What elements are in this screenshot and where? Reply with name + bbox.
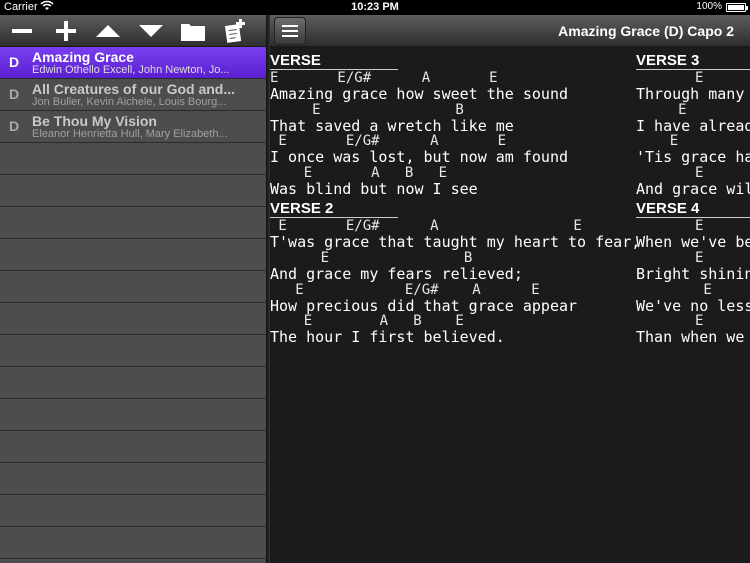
- song-section: VERSE 4 E When we've be E Bright shining E…: [636, 200, 750, 345]
- lyric-line: Bright shining: [636, 264, 750, 283]
- song-title: Amazing Grace: [32, 49, 134, 65]
- menu-button[interactable]: [274, 17, 306, 45]
- new-set-button[interactable]: [219, 15, 251, 47]
- chord-line: E B: [270, 101, 464, 118]
- hamburger-menu-icon: [282, 25, 298, 37]
- song-section: VERSE E E/G# A E Amazing grace how sweet t…: [270, 52, 640, 197]
- chord-line: E: [636, 313, 704, 330]
- section-title: VERSE 2: [270, 200, 398, 219]
- add-button[interactable]: [50, 15, 82, 47]
- move-down-button[interactable]: [135, 15, 167, 47]
- move-up-button[interactable]: [92, 15, 124, 47]
- lyric-line: We've no less: [636, 296, 750, 315]
- chord-line: E: [636, 164, 704, 181]
- chord-line: E: [636, 133, 679, 150]
- song-header-title: Amazing Grace (D) Capo 2: [558, 23, 734, 39]
- lyric-line: Through many: [636, 85, 745, 103]
- status-bar: Carrier 10:23 PM 100%: [0, 0, 750, 15]
- song-authors: Edwin Othello Excell, John Newton, Jo...: [32, 64, 230, 76]
- song-view-toolbar: Amazing Grace (D) Capo 2: [270, 15, 750, 47]
- song-key: D: [9, 54, 20, 70]
- lyric-line: Than when we: [636, 328, 745, 347]
- triangle-down-icon: [139, 25, 163, 37]
- song-list-item[interactable]: D All Creatures of our God and... Jon Bu…: [0, 79, 266, 111]
- triangle-up-icon: [96, 25, 120, 37]
- new-setlist-icon: [224, 19, 245, 43]
- chord-line: E E/G# A E: [270, 70, 498, 86]
- remove-button[interactable]: [6, 15, 38, 47]
- song-list-item[interactable]: D Be Thou My Vision Eleanor Henrietta Hu…: [0, 111, 266, 143]
- song-key: D: [9, 118, 20, 134]
- lyric-line: How precious did that grace appear: [270, 296, 578, 315]
- chord-line: E: [636, 281, 712, 298]
- lyric-line: I have already: [636, 116, 750, 135]
- section-title: VERSE 3: [636, 52, 750, 70]
- plus-icon: [56, 21, 76, 41]
- chord-line: E: [636, 249, 704, 266]
- song-list: D Amazing Grace Edwin Othello Excell, Jo…: [0, 47, 266, 563]
- chord-line: E A B E: [270, 164, 448, 181]
- lyric-line: The hour I first believed.: [270, 328, 505, 347]
- minus-icon: [12, 29, 32, 33]
- section-title: VERSE: [270, 52, 398, 70]
- chord-sheet-column-left: VERSE E E/G# A E Amazing grace how sweet t…: [270, 52, 640, 349]
- song-list-toolbar: [0, 15, 266, 47]
- chord-line: E: [636, 70, 704, 86]
- song-authors: Eleanor Henrietta Hull, Mary Elizabeth..…: [32, 128, 228, 140]
- lyric-line: Amazing grace how sweet the sound: [270, 85, 569, 103]
- folder-icon: [181, 24, 205, 41]
- lyric-line: When we've be: [636, 233, 750, 252]
- song-title: All Creatures of our God and...: [32, 81, 236, 97]
- lyric-line: Was blind but now I see: [270, 179, 478, 198]
- lyric-line: And grace will: [636, 179, 750, 198]
- clock: 10:23 PM: [351, 1, 399, 13]
- lyric-line: I once was lost, but now am found: [270, 148, 569, 167]
- chord-line: E A B E: [270, 313, 464, 330]
- battery-percent: 100%: [696, 1, 722, 12]
- chord-sheet-column-right: VERSE 3 E Through many EI have already E '…: [636, 52, 750, 349]
- song-section: VERSE 2 E E/G# A E T'was grace that taugh…: [270, 200, 640, 345]
- lyric-line: That saved a wretch like me: [270, 116, 514, 135]
- chord-line: E E/G# A E: [270, 281, 540, 298]
- chord-line: E: [636, 101, 687, 118]
- lyric-line: And grace my fears relieved;: [270, 264, 523, 283]
- chord-line: E E/G# A E: [270, 218, 582, 235]
- song-list-item[interactable]: D Amazing Grace Edwin Othello Excell, Jo…: [0, 47, 266, 79]
- song-section: VERSE 3 E Through many EI have already E '…: [636, 52, 750, 197]
- song-title: Be Thou My Vision: [32, 113, 157, 129]
- chord-line: E B: [270, 249, 473, 266]
- song-key: D: [9, 86, 20, 102]
- chord-line: E: [636, 218, 704, 235]
- chord-line: E E/G# A E: [270, 133, 507, 150]
- folder-button[interactable]: [177, 15, 209, 47]
- song-authors: Jon Buller, Kevin Aichele, Louis Bourg..…: [32, 96, 227, 108]
- section-title: VERSE 4: [636, 200, 750, 219]
- lyric-line: T'was grace that taught my heart to fear…: [270, 233, 641, 252]
- lyric-line: 'Tis grace has: [636, 148, 750, 167]
- battery-icon: [726, 3, 748, 12]
- chord-sheet[interactable]: VERSE E E/G# A E Amazing grace how sweet t…: [270, 47, 750, 563]
